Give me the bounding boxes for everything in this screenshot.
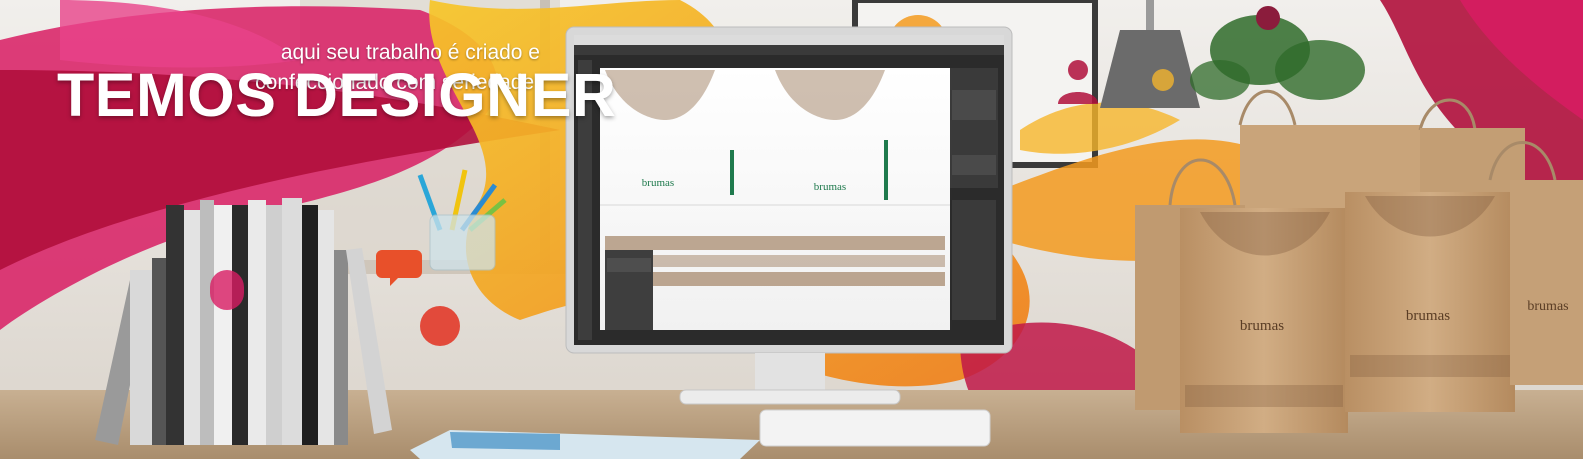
svg-text:brumas: brumas xyxy=(642,177,674,189)
svg-text:brumas: brumas xyxy=(1240,318,1284,334)
svg-text:brumas: brumas xyxy=(1527,299,1568,314)
hero-title: TEMOS DESIGNER xyxy=(57,61,617,129)
svg-text:brumas: brumas xyxy=(814,181,846,193)
svg-text:brumas: brumas xyxy=(1406,308,1450,324)
keyboard xyxy=(759,409,991,447)
hero-banner: brumas brumas brumas brumas brumas aqui … xyxy=(0,0,1583,459)
bubble-red-small xyxy=(420,306,460,346)
computer-monitor: brumas brumas xyxy=(565,26,1013,405)
